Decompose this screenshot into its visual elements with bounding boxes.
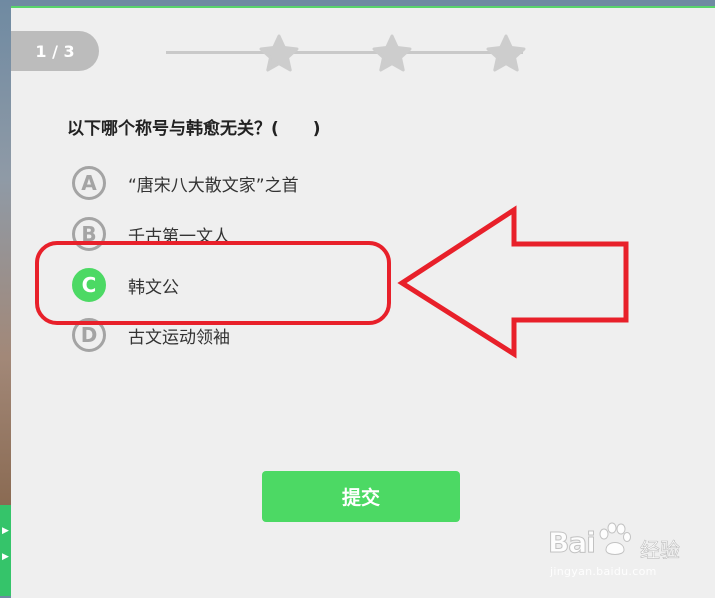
star-icon [259, 34, 299, 72]
side-strip: ▶ ▶ [0, 505, 11, 596]
option-d[interactable]: D 古文运动领袖 [72, 315, 372, 355]
watermark-brand: Bai [548, 526, 597, 560]
option-b-text: 千古第一文人 [128, 226, 230, 247]
star-icon [486, 34, 526, 72]
option-d-circle[interactable]: D [72, 318, 106, 352]
option-b-circle[interactable]: B [72, 217, 106, 251]
option-b[interactable]: B 千古第一文人 [72, 214, 372, 254]
watermark-suffix: 经验 [640, 538, 681, 563]
submit-button[interactable]: 提交 [262, 471, 460, 522]
watermark: Bai 经验 jingyan.baidu.com [548, 518, 708, 582]
paw-icon [599, 522, 631, 555]
option-d-text: 古文运动领袖 [128, 327, 230, 348]
star-icon [372, 34, 412, 72]
progress-track [166, 51, 523, 54]
progress-label: 1 / 3 [35, 41, 75, 61]
watermark-url: jingyan.baidu.com [550, 565, 657, 578]
option-c-circle[interactable]: C [72, 268, 106, 302]
option-a-circle[interactable]: A [72, 166, 106, 200]
option-c[interactable]: C 韩文公 [72, 265, 372, 305]
progress-counter: 1 / 3 [11, 31, 99, 71]
question-text: 以下哪个称号与韩愈无关？( ) [67, 119, 321, 139]
option-a-text: “唐宋八大散文家”之首 [128, 175, 299, 196]
option-c-text: 韩文公 [128, 277, 179, 298]
option-a[interactable]: A “唐宋八大散文家”之首 [72, 163, 372, 203]
